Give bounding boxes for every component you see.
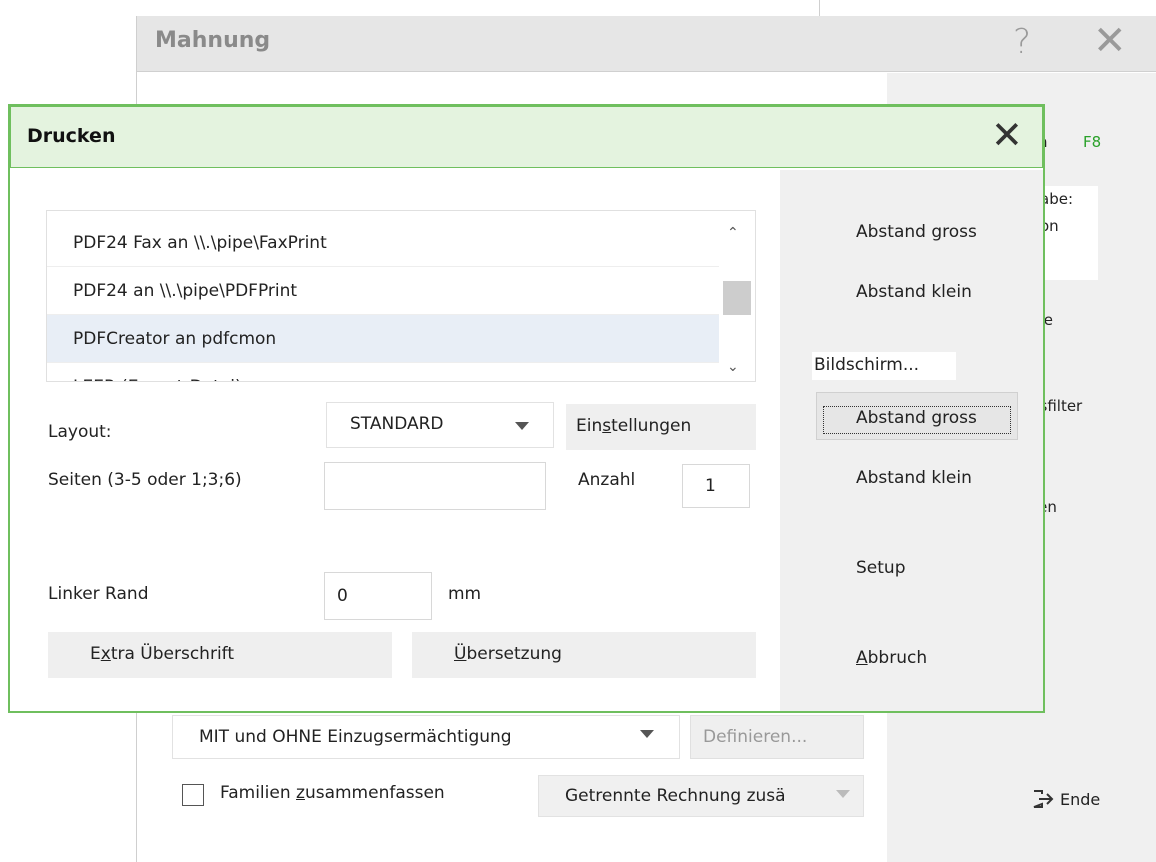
abstand-gross-screen-button[interactable]: Abstand gross	[816, 392, 1018, 440]
chevron-down-icon[interactable]	[515, 422, 529, 430]
exit-icon	[1033, 790, 1054, 808]
abstand-gross-button[interactable]: Abstand gross	[856, 222, 977, 242]
einstellungen-button[interactable]: Einstellungen	[566, 404, 756, 450]
drucken-dialog: Drucken ✕ PDF24 Fax an \\.\pipe\FaxPrint…	[8, 104, 1045, 713]
close-icon[interactable]: ✕	[1093, 18, 1127, 64]
linker-rand-input[interactable]: 0	[324, 572, 432, 620]
close-icon[interactable]: ✕	[991, 113, 1023, 157]
definieren-button[interactable]: Definieren...	[690, 715, 864, 759]
abstand-klein-button[interactable]: Abstand klein	[856, 282, 972, 302]
chevron-down-icon[interactable]	[836, 790, 850, 798]
einzug-select[interactable]: MIT und OHNE Einzugsermächtigung	[172, 715, 680, 759]
chevron-down-icon[interactable]	[640, 730, 654, 738]
abstand-klein-screen-button[interactable]: Abstand klein	[856, 468, 972, 488]
anzahl-label: Anzahl	[578, 470, 636, 490]
chevron-down-icon[interactable]: ⌄	[727, 359, 739, 375]
printer-item[interactable]: PDF24 an \\.\pipe\PDFPrint	[47, 267, 719, 315]
drucken-title: Drucken	[27, 125, 116, 147]
layout-select-value: STANDARD	[350, 414, 444, 434]
chevron-up-icon[interactable]: ⌃	[727, 225, 739, 241]
background-divider	[819, 0, 820, 16]
mahnung-title: Mahnung	[155, 28, 271, 53]
anzahl-input[interactable]: 1	[682, 464, 750, 508]
einzug-select-value: MIT und OHNE Einzugsermächtigung	[199, 727, 512, 747]
printer-item[interactable]: PDF24 Fax an \\.\pipe\FaxPrint	[47, 219, 719, 267]
seiten-input[interactable]	[324, 462, 546, 510]
help-icon[interactable]: ?	[1013, 22, 1031, 62]
ende-label: Ende	[1060, 789, 1101, 809]
drucken-side-panel	[780, 170, 1043, 711]
ende-button[interactable]: Ende	[1032, 789, 1100, 809]
rand-unit-label: mm	[448, 584, 482, 604]
shortcut-f8-label: F8	[1083, 133, 1102, 151]
scrollbar-thumb[interactable]	[723, 281, 751, 315]
abbruch-button[interactable]: Abbruch	[856, 648, 927, 668]
getrennt-select[interactable]: Getrennte Rechnung zusä	[538, 775, 864, 817]
uebersetzung-button[interactable]: Übersetzung	[412, 632, 756, 678]
extra-ueberschrift-button[interactable]: Extra Überschrift	[48, 632, 392, 678]
drucken-titlebar: Drucken ✕	[10, 106, 1043, 168]
seiten-label: Seiten (3-5 oder 1;3;6)	[48, 470, 242, 490]
familien-checkbox[interactable]	[182, 784, 204, 806]
mahnung-titlebar: Mahnung ? ✕	[137, 16, 1156, 72]
bildschirm-label: Bildschirm...	[812, 352, 956, 380]
printer-item[interactable]: LEER (Export-Datei)	[47, 363, 719, 381]
familien-label[interactable]: Familien zusammenfassen	[220, 783, 445, 803]
printer-list[interactable]: PDF24 Fax an \\.\pipe\FaxPrint PDF24 an …	[46, 210, 756, 382]
setup-button[interactable]: Setup	[856, 558, 905, 578]
layout-label: Layout:	[48, 422, 112, 442]
linker-rand-label: Linker Rand	[48, 584, 149, 604]
getrennt-select-value: Getrennte Rechnung zusä	[565, 786, 786, 806]
printer-item-selected[interactable]: PDFCreator an pdfcmon	[47, 315, 719, 363]
